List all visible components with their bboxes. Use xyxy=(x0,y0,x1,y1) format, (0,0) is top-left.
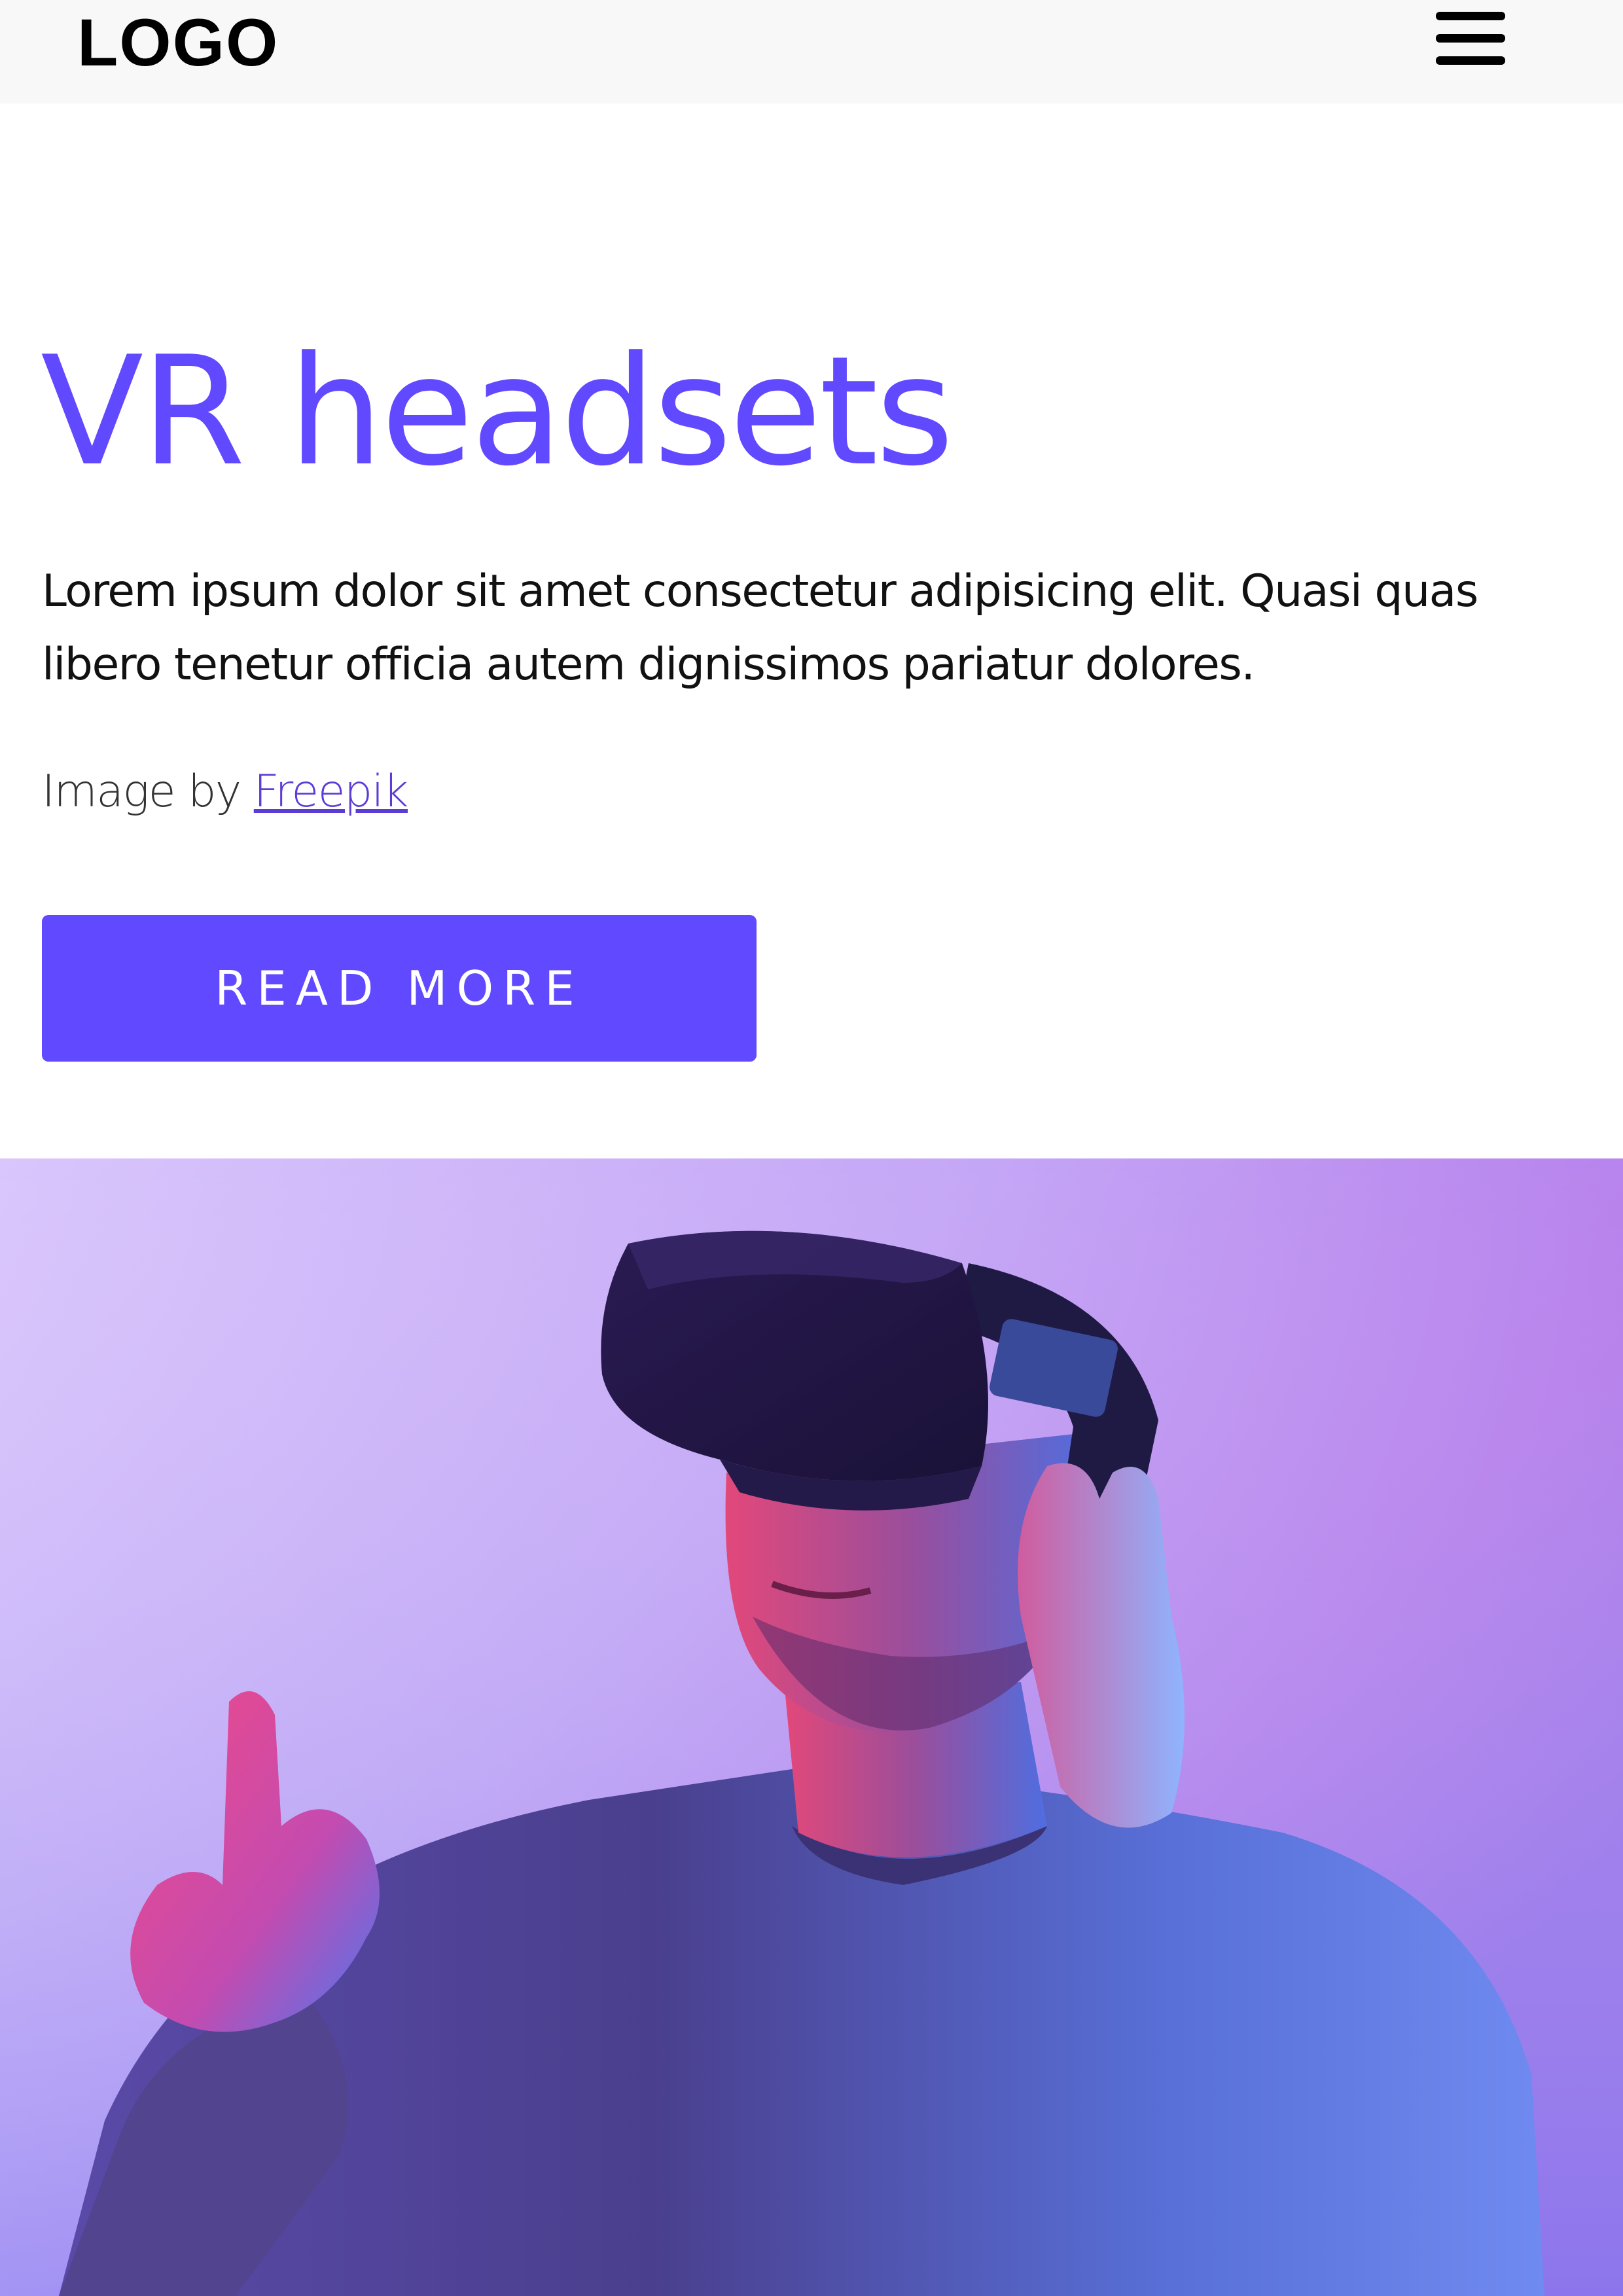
hero-title: VR headsets xyxy=(41,325,954,499)
hamburger-menu-icon[interactable] xyxy=(1431,5,1510,71)
menu-bar-bottom xyxy=(1436,56,1505,65)
logo[interactable]: LOGO xyxy=(77,0,279,85)
menu-bar-top xyxy=(1436,12,1505,20)
page: LOGO VR headsets Lorem ipsum dolor sit a… xyxy=(0,0,1623,2296)
hero-description: Lorem ipsum dolor sit amet consectetur a… xyxy=(42,565,1478,691)
menu-bar-middle xyxy=(1436,34,1505,43)
hero-image xyxy=(0,1158,1623,2296)
freepik-link[interactable]: Freepik xyxy=(254,766,409,817)
site-header: LOGO xyxy=(0,0,1623,103)
read-more-button[interactable]: READ MORE xyxy=(42,915,757,1062)
image-credit-prefix: Image by xyxy=(42,766,254,817)
image-credit: Image by Freepik xyxy=(42,761,409,823)
vr-person-image xyxy=(0,1158,1623,2296)
